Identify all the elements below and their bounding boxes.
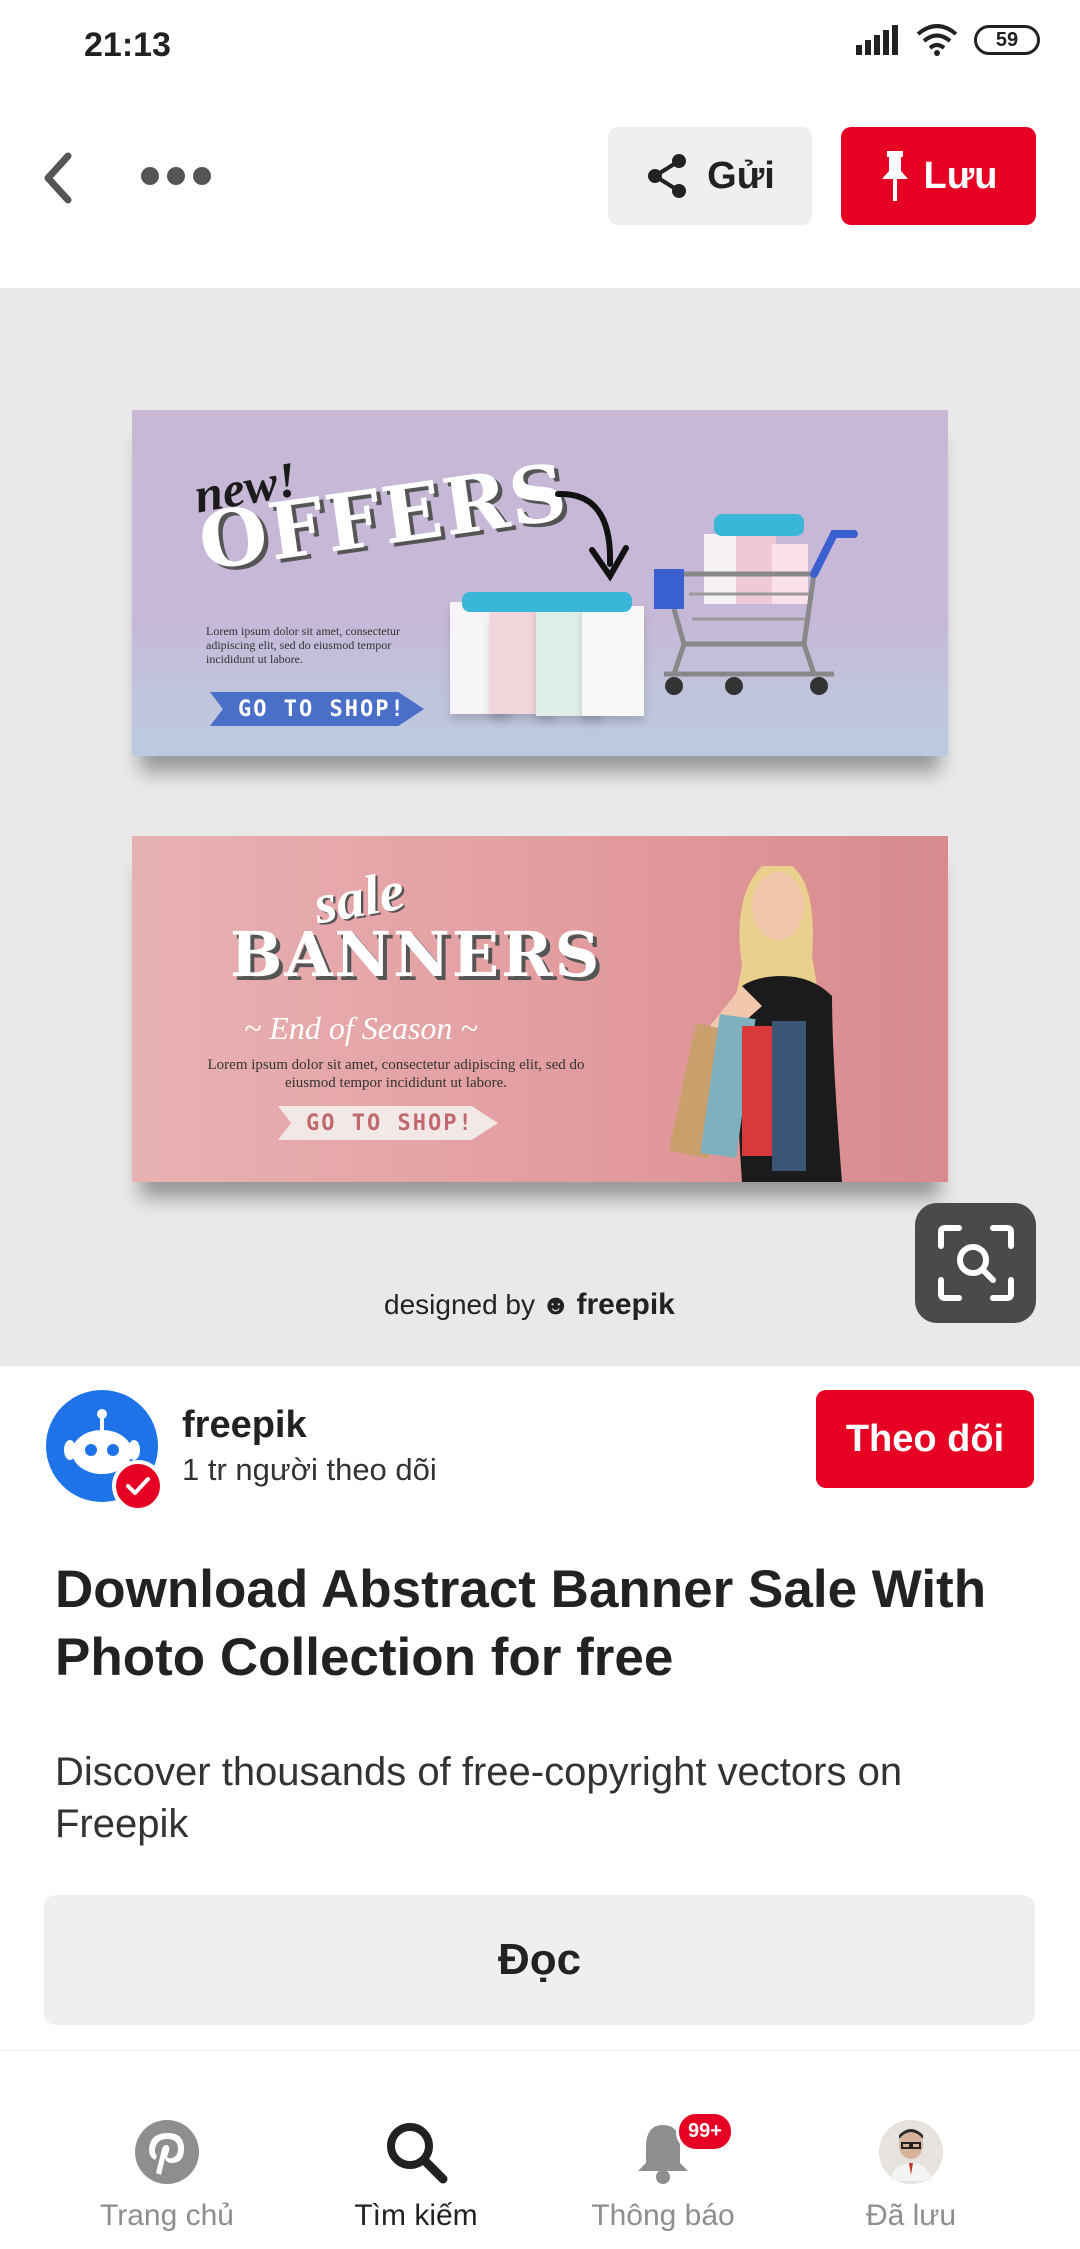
bag-illustration (582, 606, 644, 716)
checkmark-icon (126, 1477, 150, 1495)
banner1-lorem: Lorem ipsum dolor sit amet, consectetur … (206, 624, 400, 666)
save-button[interactable]: Lưu (841, 127, 1036, 225)
nav-label-search: Tìm kiếm (354, 2199, 478, 2232)
send-button[interactable]: Gửi (608, 127, 812, 225)
bottom-navigation: Trang chủ Tìm kiếm 99+ Thông báo Đã lưu (0, 2050, 1080, 2249)
profile-avatar (879, 2120, 943, 2184)
nav-item-search[interactable]: Tìm kiếm (301, 2119, 531, 2233)
more-options-icon[interactable] (140, 164, 212, 188)
nav-item-notifications[interactable]: 99+ Thông báo (548, 2111, 778, 2233)
banner2-big-text: BANNERS (230, 918, 602, 991)
share-icon (648, 154, 687, 198)
pin-title: Download Abstract Banner Sale With Photo… (55, 1560, 987, 1687)
credit-brand: freepik (576, 1288, 675, 1321)
tissue-illustration (462, 592, 632, 612)
banner-sale: sale BANNERS ~ End of Season ~ Lorem ips… (132, 836, 948, 1182)
save-label: Lưu (923, 154, 998, 197)
creator-followers: 1 tr người theo dõi (182, 1452, 437, 1487)
wifi-icon (916, 24, 958, 56)
pin-image[interactable]: new! OFFERS Lorem ipsum dolor sit amet, … (0, 288, 1080, 1366)
lens-search-icon (937, 1225, 1014, 1301)
follow-button[interactable]: Theo dõi (816, 1390, 1034, 1488)
pin-description: Discover thousands of free-copyright vec… (55, 1750, 903, 1846)
arrow-icon (555, 490, 629, 582)
send-label: Gửi (707, 154, 775, 197)
shopping-cart-illustration (654, 514, 858, 695)
nav-item-home[interactable]: Trang chủ (52, 2119, 282, 2233)
back-icon[interactable] (40, 150, 76, 206)
banner2-cta: GO TO SHOP! (278, 1106, 498, 1140)
visual-search-button[interactable] (915, 1203, 1036, 1323)
nav-label-notifications: Thông báo (591, 2199, 735, 2232)
read-button[interactable]: Đọc (44, 1895, 1035, 2025)
signal-icon (856, 25, 898, 55)
creator-name[interactable]: freepik (182, 1404, 307, 1447)
banner2-subtitle: ~ End of Season ~ (244, 1010, 478, 1046)
pin-icon (881, 151, 908, 201)
verified-badge (112, 1460, 164, 1512)
nav-item-saved[interactable]: Đã lưu (796, 2119, 1026, 2233)
battery-indicator: 59 (974, 25, 1040, 55)
banner2-lorem: Lorem ipsum dolor sit amet, consectetur … (207, 1057, 585, 1091)
credit-prefix: designed by (384, 1289, 536, 1320)
woman-shopping-illustration (668, 866, 842, 1182)
pinterest-icon (135, 2120, 199, 2184)
nav-label-home: Trang chủ (100, 2199, 234, 2232)
search-icon (387, 2123, 448, 2184)
banner1-cta: GO TO SHOP! (210, 692, 424, 726)
status-time: 21:13 (84, 26, 171, 64)
notification-badge: 99+ (676, 2111, 734, 2152)
nav-label-saved: Đã lưu (865, 2199, 957, 2232)
status-icons: 59 (856, 24, 1040, 56)
freepik-logo-icon: ☻ (541, 1289, 571, 1320)
banner-offers: new! OFFERS Lorem ipsum dolor sit amet, … (132, 410, 948, 756)
image-credit: designed by ☻ freepik (384, 1288, 675, 1322)
